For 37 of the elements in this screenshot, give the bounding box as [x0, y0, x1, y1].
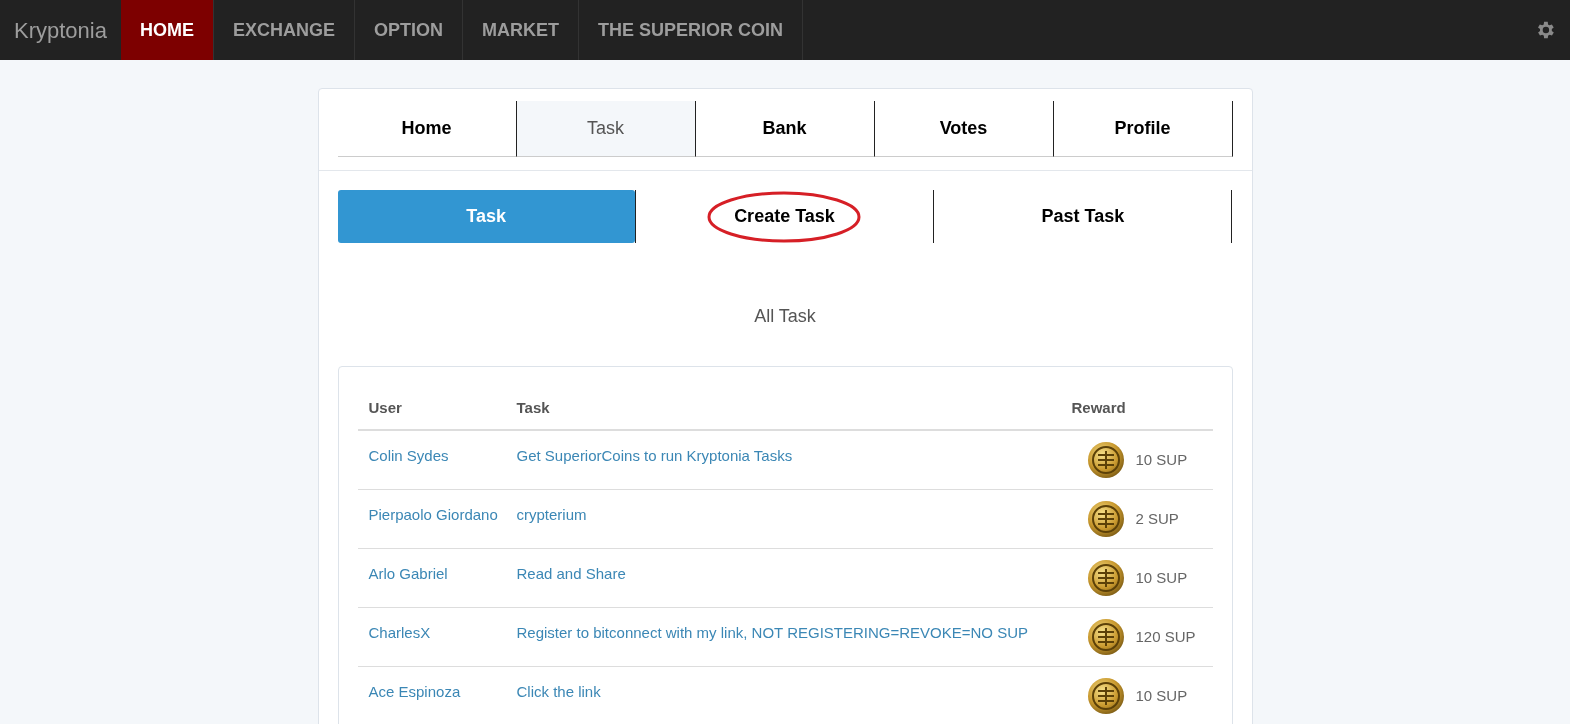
user-link[interactable]: Colin Sydes: [357, 431, 517, 489]
coin-icon: [1086, 441, 1125, 479]
nav-link[interactable]: THE SUPERIOR COIN: [579, 0, 803, 60]
section-title: All Task: [753, 305, 817, 328]
nav-link[interactable]: OPTION: [354, 0, 463, 60]
reward-amount: 10 SUP: [1135, 685, 1188, 706]
nav-link[interactable]: EXCHANGE: [213, 0, 355, 60]
reward-amount: 10 SUP: [1135, 449, 1188, 470]
nav-link[interactable]: MARKET: [463, 0, 579, 60]
brand-logo[interactable]: Kryptonia: [0, 0, 121, 60]
tab[interactable]: Bank: [695, 101, 875, 157]
tab[interactable]: Task: [516, 101, 696, 157]
coin-icon: [1086, 677, 1125, 715]
nav-link[interactable]: HOME: [120, 0, 214, 60]
user-link[interactable]: Pierpaolo Giordano: [357, 490, 517, 548]
coin-icon: [1086, 500, 1125, 538]
subtab[interactable]: Task: [337, 190, 635, 243]
user-link[interactable]: Arlo Gabriel: [357, 549, 517, 607]
reward-amount: 2 SUP: [1135, 508, 1179, 529]
task-link[interactable]: Register to bitconnect with my link, NOT REGISTERING=REVOKE=NO SUP: [516, 624, 1029, 641]
coin-icon: [1086, 618, 1125, 656]
reward-amount: 120 SUP: [1135, 626, 1196, 647]
column-header: Task: [516, 398, 551, 418]
subtab[interactable]: Past Task: [1041, 203, 1125, 230]
column-header: Reward: [1071, 398, 1127, 418]
task-link[interactable]: Click the link: [516, 683, 601, 700]
task-link[interactable]: Read and Share: [516, 565, 626, 582]
user-link[interactable]: Ace Espinoza: [357, 667, 517, 724]
task-link[interactable]: crypterium: [516, 506, 587, 523]
tab[interactable]: Votes: [874, 101, 1054, 157]
coin-icon: [1086, 559, 1125, 597]
tab[interactable]: Profile: [1053, 101, 1233, 157]
reward-amount: 10 SUP: [1135, 567, 1188, 588]
tab[interactable]: Home: [337, 101, 517, 157]
column-header: User: [367, 398, 403, 418]
task-link[interactable]: Get SuperiorCoins to run Kryptonia Tasks: [516, 447, 793, 464]
user-link[interactable]: CharlesX: [357, 608, 517, 666]
